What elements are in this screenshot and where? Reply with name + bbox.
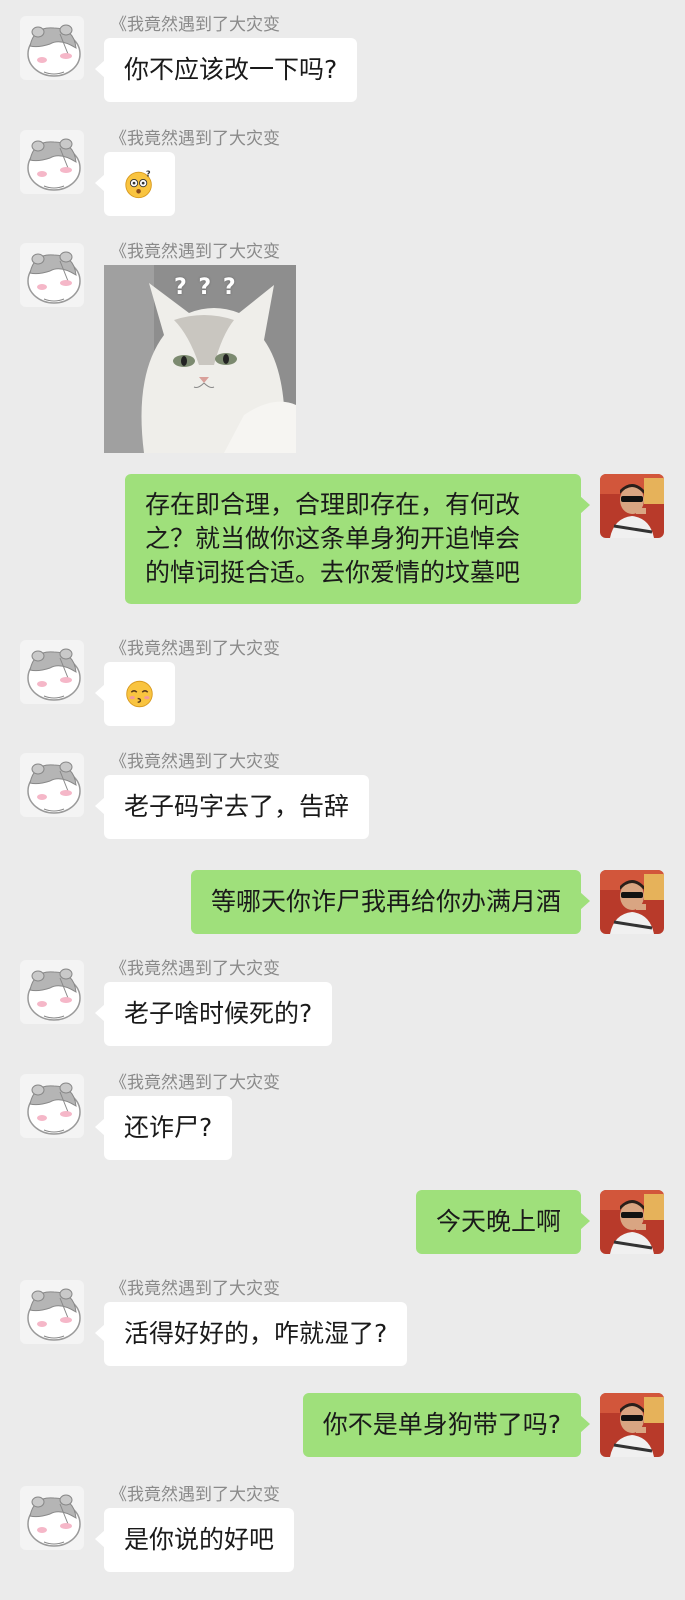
hamster-avatar-icon (20, 130, 84, 194)
kissing-face-closed-eyes-emoji-icon (126, 680, 153, 708)
friend-avatar[interactable] (20, 640, 84, 704)
message-row: 《我竟然遇到了大灾变 活得好好的，咋就湿了? (0, 1279, 685, 1368)
hamster-avatar-icon (20, 640, 84, 704)
my-avatar[interactable] (600, 474, 664, 538)
sender-name: 《我竟然遇到了大灾变 (110, 1279, 280, 1299)
image-caption: ? ? ? (174, 275, 238, 300)
message-row: 你不是单身狗带了吗? (0, 1393, 685, 1461)
message-row: 《我竟然遇到了大灾变 ? ? ? (0, 242, 685, 455)
hamster-avatar-icon (20, 1280, 84, 1344)
sender-name: 《我竟然遇到了大灾变 (110, 242, 280, 262)
person-sunglasses-avatar-icon (600, 1190, 664, 1254)
message-row: 《我竟然遇到了大灾变 ? (0, 129, 685, 218)
friend-avatar[interactable] (20, 1486, 84, 1550)
message-line: 之？就当做你这条单身狗开追悼会 (145, 524, 521, 553)
person-sunglasses-avatar-icon (600, 1393, 664, 1457)
message-row: 存在即合理，合理即存在，有何改 之？就当做你这条单身狗开追悼会 的悼词挺合适。去… (0, 470, 685, 610)
emoji-message-bubble[interactable] (95, 662, 175, 726)
person-sunglasses-avatar-icon (600, 870, 664, 934)
hamster-avatar-icon (20, 16, 84, 80)
hamster-avatar-icon (20, 960, 84, 1024)
hamster-avatar-icon (20, 243, 84, 307)
message-bubble[interactable]: 活得好好的，咋就湿了? (94, 1302, 408, 1366)
message-row: 等哪天你诈尸我再给你办满月酒 (0, 870, 685, 938)
friend-avatar[interactable] (20, 1074, 84, 1138)
hamster-avatar-icon (20, 1486, 84, 1550)
sender-name: 《我竟然遇到了大灾变 (110, 959, 280, 979)
chat-container: 《我竟然遇到了大灾变 你不应该改一下吗? 《我竟然遇到了大灾变 ? 《我竟然遇到… (0, 0, 685, 1600)
sender-name: 《我竟然遇到了大灾变 (110, 639, 280, 659)
person-sunglasses-avatar-icon (600, 474, 664, 538)
friend-avatar[interactable] (20, 960, 84, 1024)
message-row: 《我竟然遇到了大灾变 (0, 639, 685, 728)
message-row: 《我竟然遇到了大灾变 老子啥时候死的? (0, 959, 685, 1048)
sender-name: 《我竟然遇到了大灾变 (110, 1485, 280, 1505)
my-avatar[interactable] (600, 1393, 664, 1457)
hamster-avatar-icon (20, 1074, 84, 1138)
dizzy-face-question-emoji-icon: ? (125, 169, 152, 199)
message-row: 《我竟然遇到了大灾变 还诈尸? (0, 1073, 685, 1162)
message-row: 《我竟然遇到了大灾变 老子码字去了，告辞 (0, 752, 685, 841)
image-message[interactable]: ? ? ? (104, 265, 296, 453)
message-row: 《我竟然遇到了大灾变 你不应该改一下吗? (0, 15, 685, 104)
sender-name: 《我竟然遇到了大灾变 (110, 752, 280, 772)
message-bubble[interactable]: 是你说的好吧 (94, 1508, 295, 1572)
message-line: 存在即合理，合理即存在，有何改 (145, 490, 521, 519)
message-row: 今天晚上啊 (0, 1190, 685, 1258)
svg-text:?: ? (146, 169, 151, 179)
sender-name: 《我竟然遇到了大灾变 (110, 15, 280, 35)
sender-name: 《我竟然遇到了大灾变 (110, 1073, 280, 1093)
message-bubble[interactable]: 你不是单身狗带了吗? (302, 1393, 591, 1457)
my-avatar[interactable] (600, 1190, 664, 1254)
message-bubble[interactable]: 老子码字去了，告辞 (94, 775, 370, 839)
friend-avatar[interactable] (20, 1280, 84, 1344)
message-row: 《我竟然遇到了大灾变 是你说的好吧 (0, 1485, 685, 1574)
friend-avatar[interactable] (20, 753, 84, 817)
message-line: 的悼词挺合适。去你爱情的坟墓吧 (145, 558, 521, 587)
hamster-avatar-icon (20, 753, 84, 817)
message-bubble[interactable]: 今天晚上啊 (415, 1190, 591, 1254)
friend-avatar[interactable] (20, 243, 84, 307)
message-bubble[interactable]: 还诈尸? (94, 1096, 233, 1160)
sender-name: 《我竟然遇到了大灾变 (110, 129, 280, 149)
message-bubble[interactable]: 你不应该改一下吗? (94, 38, 358, 102)
my-avatar[interactable] (600, 870, 664, 934)
friend-avatar[interactable] (20, 130, 84, 194)
message-bubble[interactable]: 等哪天你诈尸我再给你办满月酒 (190, 870, 591, 934)
emoji-message-bubble[interactable]: ? (95, 152, 175, 216)
message-bubble[interactable]: 存在即合理，合理即存在，有何改 之？就当做你这条单身狗开追悼会 的悼词挺合适。去… (125, 474, 590, 604)
friend-avatar[interactable] (20, 16, 84, 80)
message-bubble[interactable]: 老子啥时候死的? (94, 982, 333, 1046)
